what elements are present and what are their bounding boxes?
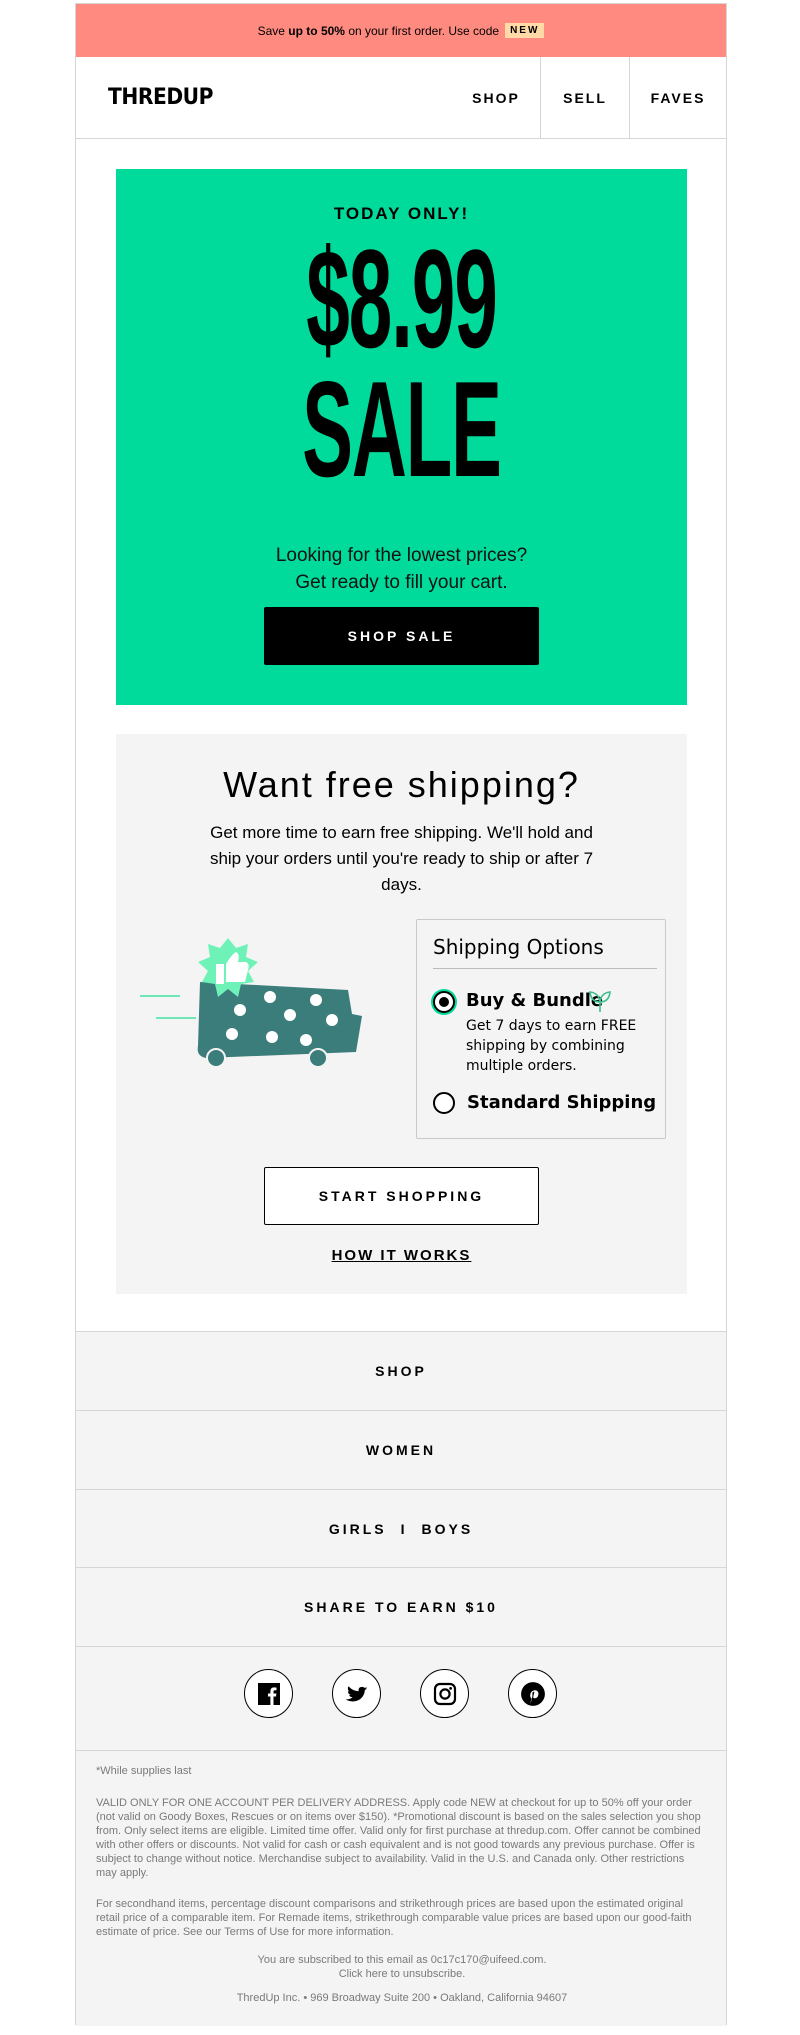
- unsubscribe-link[interactable]: Click here to unsubscribe.: [96, 1967, 708, 1981]
- pricing-disclaimer: For secondhand items, percentage discoun…: [96, 1898, 692, 1938]
- instagram-icon[interactable]: [420, 1669, 469, 1718]
- legal-footer: *While supplies last VALID ONLY FOR ONE …: [76, 1750, 726, 2026]
- shipping-options-panel: Shipping Options Buy & Bundle Get 7 days…: [416, 919, 666, 1139]
- footer-nav-women[interactable]: WOMEN: [76, 1410, 726, 1489]
- nav-shop[interactable]: SHOP: [452, 57, 540, 139]
- promo-suffix: on your first order. Use code: [348, 23, 500, 38]
- header: THREDUP SHOP SELL FAVES: [76, 57, 726, 139]
- social-links: [76, 1646, 726, 1750]
- hero-sale: SALE: [302, 353, 502, 505]
- start-shopping-button[interactable]: START SHOPPING: [264, 1167, 539, 1225]
- hero-copy: Looking for the lowest prices? Get ready…: [116, 542, 687, 596]
- footer-nav-divider: I: [400, 1520, 408, 1537]
- nav-sell[interactable]: SELL: [540, 57, 629, 139]
- buy-bundle-radio[interactable]: [433, 991, 455, 1013]
- options-divider: [433, 968, 657, 969]
- shop-sale-button[interactable]: SHOP SALE: [264, 607, 539, 665]
- promo-banner[interactable]: Save up to 50% on your first order. Use …: [76, 4, 726, 57]
- buy-bundle-description: Get 7 days to earn FREE shipping by comb…: [466, 1018, 637, 1074]
- footer-nav-kids: GIRLS I BOYS: [76, 1489, 726, 1567]
- supplies-note: *While supplies last: [96, 1765, 192, 1777]
- hero-price: $8.99: [306, 220, 498, 377]
- free-shipping-section: Want free shipping? Get more time to ear…: [116, 734, 687, 1294]
- shipping-options-title: Shipping Options: [433, 935, 604, 959]
- subscription-notice: You are subscribed to this email as 0c17…: [257, 1954, 547, 1966]
- promo-code-badge: NEW: [505, 23, 545, 38]
- shipping-title: Want free shipping?: [223, 764, 580, 805]
- shipping-body: Get more time to earn free shipping. We'…: [209, 823, 594, 894]
- footer-nav-boys[interactable]: BOYS: [421, 1521, 473, 1537]
- nav-faves[interactable]: FAVES: [629, 57, 726, 139]
- company-address: ThredUp Inc. • 969 Broadway Suite 200 • …: [236, 1992, 568, 2004]
- sprout-icon: [589, 991, 611, 1012]
- standard-shipping-label: Standard Shipping: [467, 1092, 657, 1113]
- footer-nav-share[interactable]: SHARE TO EARN $10: [76, 1567, 726, 1646]
- standard-shipping-radio[interactable]: [433, 1092, 455, 1114]
- footer-nav-shop[interactable]: SHOP: [76, 1331, 726, 1410]
- delivery-truck-illustration: [140, 938, 362, 1068]
- footer-nav-girls[interactable]: GIRLS: [329, 1521, 387, 1537]
- twitter-icon[interactable]: [332, 1669, 381, 1718]
- promo-prefix: Save: [257, 23, 285, 38]
- how-it-works-link[interactable]: HOW IT WORKS: [116, 1247, 687, 1264]
- hero-copy-line2: Get ready to fill your cart.: [295, 572, 508, 593]
- hero-sale-banner[interactable]: TODAY ONLY! $8.99 SALE Looking for the l…: [116, 169, 687, 705]
- promo-discount: up to 50%: [288, 23, 345, 38]
- facebook-icon[interactable]: [244, 1669, 293, 1718]
- email-frame: Save up to 50% on your first order. Use …: [75, 3, 727, 2026]
- offer-terms: VALID ONLY FOR ONE ACCOUNT PER DELIVERY …: [96, 1797, 701, 1879]
- pinterest-icon[interactable]: [508, 1669, 557, 1718]
- hero-copy-line1: Looking for the lowest prices?: [275, 545, 528, 566]
- buy-bundle-label: Buy & Bundle: [466, 990, 604, 1011]
- thredup-logo[interactable]: THREDUP: [108, 85, 213, 110]
- email-page: Save up to 50% on your first order. Use …: [0, 0, 800, 2035]
